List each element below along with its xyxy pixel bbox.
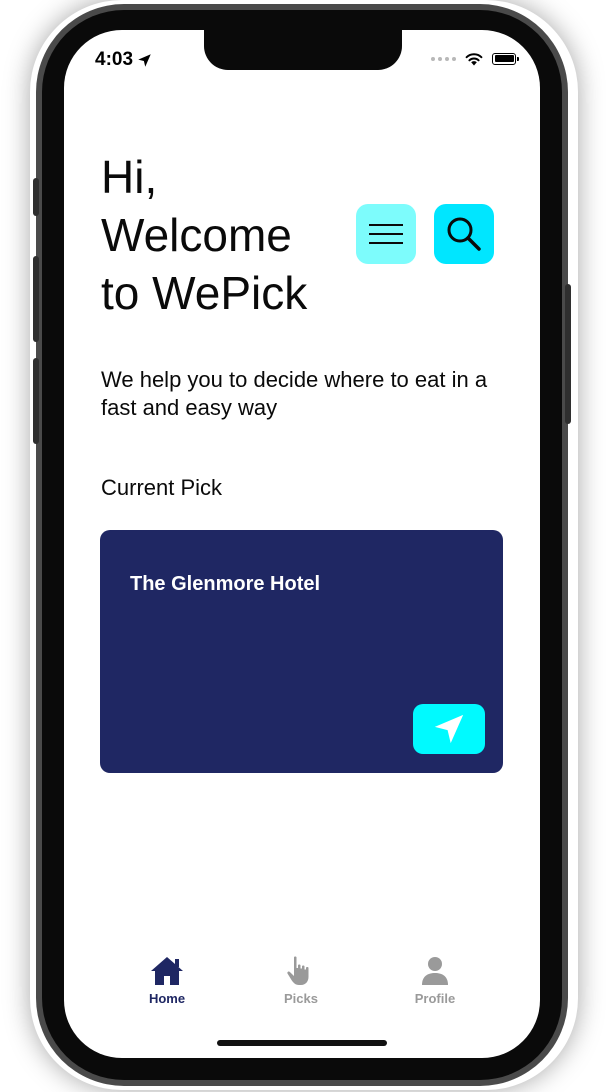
menu-button[interactable] bbox=[356, 204, 416, 264]
device-volume-down bbox=[33, 358, 39, 444]
location-services-icon bbox=[138, 53, 151, 67]
tab-bar: Home Picks Profile bbox=[64, 955, 540, 1025]
battery-icon bbox=[492, 52, 519, 65]
hand-pointer-icon bbox=[287, 956, 309, 985]
tab-picks[interactable]: Picks bbox=[256, 955, 346, 1006]
search-button[interactable] bbox=[434, 204, 494, 264]
navigate-button[interactable] bbox=[413, 704, 485, 754]
tab-profile-label: Profile bbox=[414, 991, 456, 1006]
current-pick-label: Current Pick bbox=[101, 475, 223, 500]
status-time-text: 4:03 bbox=[95, 49, 134, 70]
location-arrow-icon bbox=[434, 714, 464, 744]
welcome-line: Hi, bbox=[101, 151, 158, 203]
device-volume-up bbox=[33, 256, 39, 342]
tab-picks-label: Picks bbox=[284, 991, 318, 1006]
welcome-line: Welcome bbox=[101, 209, 292, 261]
welcome-line: to WePick bbox=[101, 267, 308, 319]
wifi-icon bbox=[465, 53, 483, 66]
device-power-button bbox=[565, 284, 571, 424]
search-icon bbox=[447, 217, 481, 251]
user-icon bbox=[422, 957, 448, 985]
tab-profile[interactable]: Profile bbox=[390, 955, 480, 1006]
welcome-heading: Hi, Welcome to WePick bbox=[101, 148, 351, 322]
status-bar-time: 4:03 bbox=[95, 49, 152, 71]
home-indicator[interactable] bbox=[217, 1040, 387, 1046]
home-icon bbox=[151, 957, 183, 985]
hamburger-menu-icon bbox=[369, 224, 403, 244]
cellular-signal-icon bbox=[431, 56, 456, 61]
tagline-text: We help you to decide where to eat in a … bbox=[101, 367, 488, 420]
app-screen: 4:03 Hi, Welcome to WePick We help you t… bbox=[64, 30, 540, 1058]
pick-name: The Glenmore Hotel bbox=[130, 573, 321, 595]
status-bar-indicators bbox=[431, 51, 519, 66]
device-mute-switch bbox=[33, 178, 39, 216]
tab-home-label: Home bbox=[148, 991, 186, 1006]
current-pick-card[interactable]: The Glenmore Hotel bbox=[100, 530, 503, 773]
tab-home[interactable]: Home bbox=[122, 955, 212, 1006]
device-notch bbox=[204, 30, 402, 70]
